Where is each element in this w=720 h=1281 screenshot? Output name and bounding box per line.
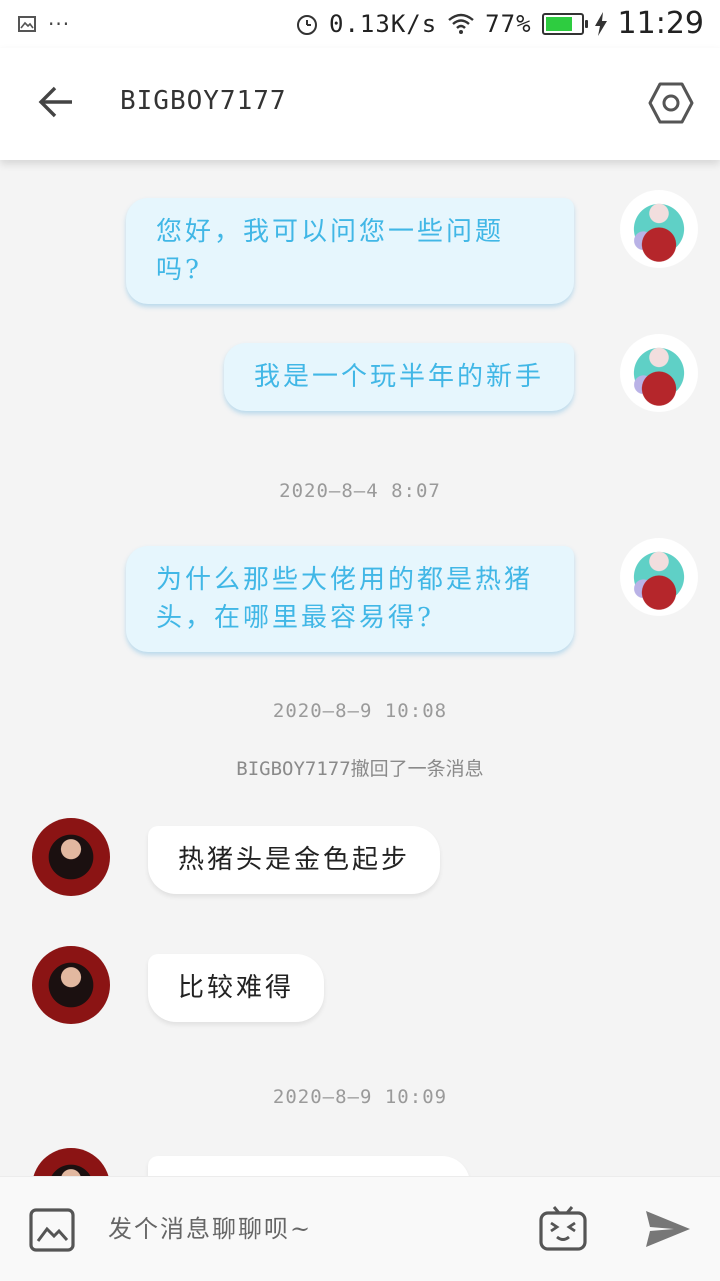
message-text: 比较难得 <box>178 973 295 1003</box>
contact-avatar[interactable] <box>32 946 110 1024</box>
timestamp: 2020—8—9 10:08 <box>272 700 448 722</box>
battery-level <box>545 16 572 31</box>
timestamp: 2020—8—9 10:09 <box>272 1086 448 1108</box>
message-text: 我是一个玩半年的新手 <box>253 362 544 392</box>
contact-avatar[interactable] <box>32 818 110 896</box>
alarm-icon <box>297 14 318 35</box>
incoming-message[interactable]: 比较难得 <box>148 954 325 1022</box>
charging-icon <box>594 11 607 36</box>
incoming-message[interactable] <box>148 1156 470 1176</box>
contact-avatar[interactable] <box>32 1148 110 1176</box>
my-avatar[interactable] <box>620 538 698 616</box>
message-list: 您好，我可以问您一些问题吗? 我是一个玩半年的新手 2020—8—4 8:07 … <box>0 160 720 1176</box>
incoming-message[interactable]: 热猪头是金色起步 <box>148 826 441 894</box>
page-title: BIGBOY7177 <box>120 86 287 116</box>
send-icon[interactable] <box>644 1209 692 1249</box>
more-dots-icon: ··· <box>48 12 71 36</box>
network-speed: 0.13K/s <box>329 9 438 38</box>
message-input[interactable] <box>106 1205 510 1253</box>
outgoing-message[interactable]: 我是一个玩半年的新手 <box>223 343 574 411</box>
chat-header: BIGBOY7177 <box>0 48 720 160</box>
message-input-bar <box>0 1176 720 1281</box>
hexagon-settings-icon[interactable] <box>648 80 694 126</box>
my-avatar[interactable] <box>620 190 698 268</box>
image-icon <box>18 16 36 32</box>
timestamp: 2020—8—4 8:07 <box>279 480 441 502</box>
image-picker-icon[interactable] <box>28 1207 76 1253</box>
my-avatar[interactable] <box>620 334 698 412</box>
message-text: 热猪头是金色起步 <box>178 845 411 875</box>
clock: 11:29 <box>617 6 704 41</box>
emoji-face-icon[interactable] <box>538 1203 588 1253</box>
battery-percent: 77% <box>485 9 532 38</box>
message-text: 您好，我可以问您一些问题吗? <box>156 217 505 285</box>
recall-notice: BIGBOY7177撤回了一条消息 <box>236 758 484 780</box>
outgoing-message[interactable]: 您好，我可以问您一些问题吗? <box>126 198 574 304</box>
message-text: 为什么那些大佬用的都是热猪头，在哪里最容易得? <box>156 565 534 633</box>
wifi-icon <box>448 13 474 34</box>
back-arrow-icon[interactable] <box>36 82 76 122</box>
outgoing-message[interactable]: 为什么那些大佬用的都是热猪头，在哪里最容易得? <box>126 546 574 652</box>
status-bar: ··· 0.13K/s 77% 11:29 <box>0 0 720 48</box>
battery-icon <box>541 12 588 35</box>
